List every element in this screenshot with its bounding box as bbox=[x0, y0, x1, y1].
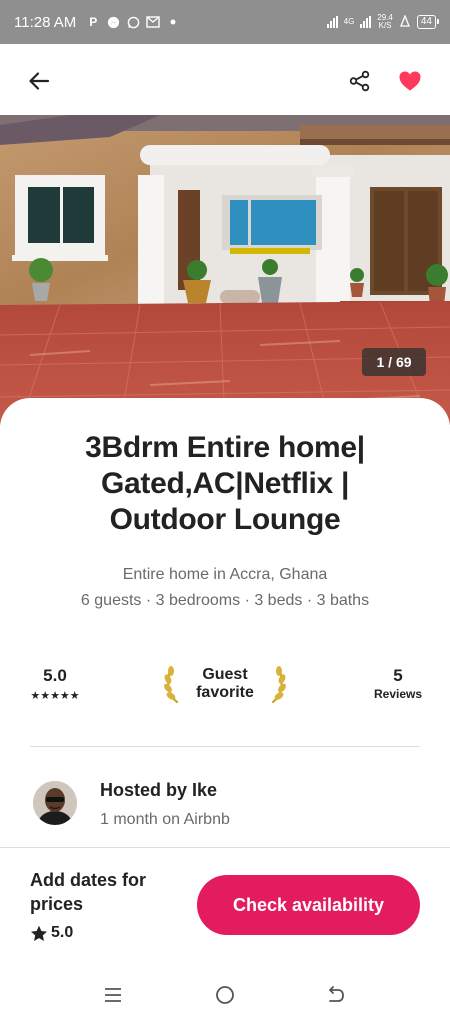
network-type: 4G bbox=[343, 17, 355, 26]
listing-title-line-1: 3Bdrm Entire home| bbox=[85, 431, 365, 464]
guest-favorite-label: Guest favorite bbox=[196, 666, 254, 702]
signal-icon bbox=[326, 16, 338, 28]
more-notifications-icon bbox=[166, 15, 180, 29]
footer-rating-value: 5.0 bbox=[51, 924, 74, 941]
share-icon bbox=[349, 70, 370, 92]
status-time: 11:28 AM bbox=[14, 13, 77, 31]
notification-icons: P bbox=[86, 15, 180, 29]
home-button[interactable] bbox=[213, 983, 237, 1007]
listing-photo[interactable]: 1 / 69 bbox=[0, 115, 450, 425]
heart-icon bbox=[399, 71, 421, 91]
speed-unit: K/S bbox=[378, 21, 392, 30]
system-nav-bar bbox=[0, 965, 450, 1024]
photo-counter: 1 / 69 bbox=[362, 348, 426, 376]
whatsapp-icon bbox=[126, 15, 140, 29]
reviews-count: 5 bbox=[393, 666, 403, 685]
system-back-button[interactable] bbox=[324, 983, 348, 1007]
add-dates-prompt[interactable]: Add dates for prices bbox=[30, 868, 190, 916]
booking-footer: Add dates for prices 5.0 Check availabil… bbox=[0, 847, 450, 965]
check-availability-button[interactable]: Check availability bbox=[197, 875, 420, 935]
gmail-icon bbox=[146, 15, 160, 29]
battery-indicator: 44 bbox=[416, 15, 440, 29]
guest-favorite-line-2: favorite bbox=[196, 684, 254, 701]
p-app-icon: P bbox=[89, 15, 98, 29]
listing-subtitle: Entire home in Accra, Ghana bbox=[122, 566, 328, 583]
host-name: Hosted by Ike bbox=[100, 780, 218, 800]
guest-favorite-line-1: Guest bbox=[202, 666, 248, 683]
host-avatar[interactable] bbox=[33, 781, 77, 825]
laurel-left-icon bbox=[164, 666, 179, 704]
guest-favorite-badge: Guest favorite bbox=[162, 662, 288, 706]
footer-rating: 5.0 bbox=[30, 924, 73, 942]
star-rating-icon: ★★★★★ bbox=[30, 690, 80, 702]
back-button[interactable] bbox=[24, 66, 54, 96]
rating-value: 5.0 bbox=[43, 666, 67, 685]
host-tenure: 1 month on Airbnb bbox=[100, 811, 230, 828]
add-dates-prompt-line-2: prices bbox=[30, 894, 84, 914]
alarm-icon bbox=[399, 13, 411, 30]
back-arrow-icon bbox=[29, 72, 50, 90]
back-icon bbox=[329, 986, 344, 1002]
status-bar: 11:28 AM P 4G 29.4 K/S 44 bbox=[0, 0, 450, 44]
home-icon bbox=[216, 986, 234, 1004]
laurel-right-icon bbox=[271, 666, 286, 704]
recents-icon bbox=[105, 988, 121, 1002]
reviews-summary[interactable]: 5 Reviews bbox=[368, 666, 428, 701]
favorite-button[interactable] bbox=[395, 66, 425, 96]
listing-title-line-2: Gated,AC|Netflix | bbox=[100, 467, 350, 500]
signal-icon-2 bbox=[360, 16, 372, 28]
recents-button[interactable] bbox=[101, 985, 125, 1005]
listing-title-line-3: Outdoor Lounge bbox=[109, 503, 341, 536]
network-speed: 29.4 K/S bbox=[377, 14, 393, 30]
share-button[interactable] bbox=[345, 66, 375, 96]
messenger-icon bbox=[106, 15, 120, 29]
top-header bbox=[0, 44, 450, 115]
listing-title: 3Bdrm Entire home| Gated,AC|Netflix | Ou… bbox=[40, 430, 410, 538]
rating-summary: 5.0 ★★★★★ bbox=[20, 666, 90, 702]
status-indicators: 4G 29.4 K/S 44 bbox=[326, 13, 440, 30]
listing-details-card: 3Bdrm Entire home| Gated,AC|Netflix | Ou… bbox=[0, 398, 450, 858]
reviews-label: Reviews bbox=[373, 687, 423, 701]
star-icon bbox=[31, 925, 47, 941]
add-dates-prompt-line-1: Add dates for bbox=[30, 870, 147, 890]
host-photo bbox=[33, 781, 77, 825]
house-photo bbox=[0, 115, 450, 425]
listing-capacity: 6 guests · 3 bedrooms · 3 beds · 3 baths bbox=[80, 592, 370, 609]
divider bbox=[30, 746, 420, 747]
